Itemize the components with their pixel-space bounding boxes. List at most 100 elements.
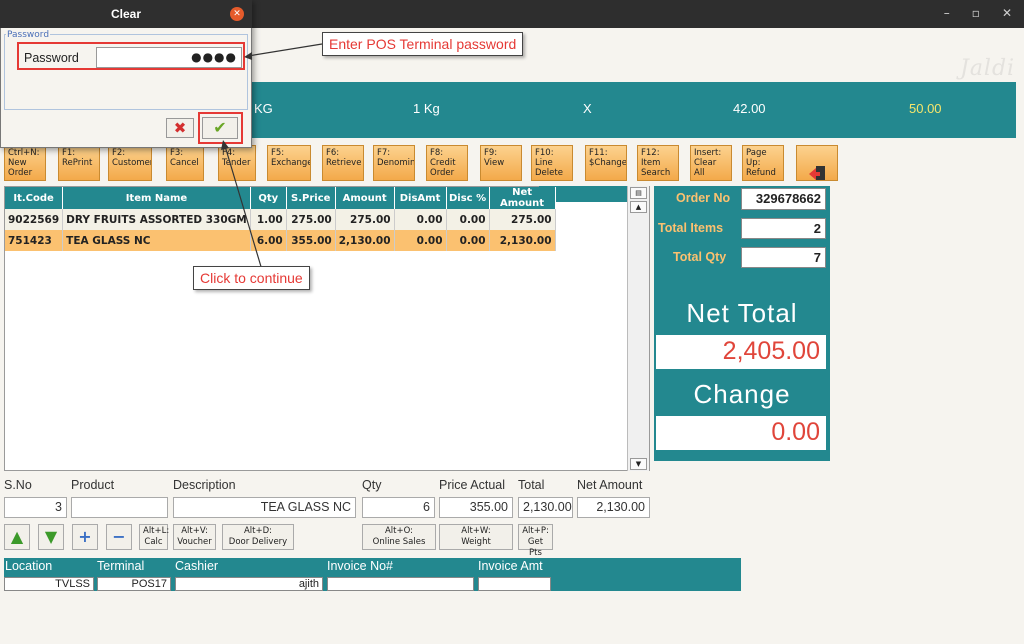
move-up-button[interactable]: ▲ — [4, 524, 30, 550]
product-label: Product — [71, 478, 115, 492]
table-row[interactable]: 751423 TEA GLASS NC 6.00 355.00 2,130.00… — [5, 230, 556, 251]
minus-icon: − — [112, 527, 126, 546]
close-window-icon[interactable]: ✕ — [1002, 6, 1012, 20]
fkey-cancel[interactable]: F3: Cancel — [166, 145, 204, 181]
password-input[interactable]: ●●●● — [96, 47, 242, 68]
total-items-field: 2 — [741, 218, 826, 239]
dialog-title: Clear — [0, 0, 252, 28]
remove-button[interactable]: − — [106, 524, 132, 550]
order-no-label: Order No — [676, 191, 731, 205]
voucher-button[interactable]: Alt+V: Voucher — [173, 524, 216, 550]
items-table: It.Code Item Name Qty S.Price Amount Dis… — [5, 187, 556, 251]
password-callout: Enter POS Terminal password — [322, 32, 524, 56]
total-qty-label: Total Qty — [673, 250, 727, 264]
ok-button[interactable]: ✔ — [202, 117, 238, 139]
terminal-field: POS17 — [97, 577, 171, 591]
password-group-legend: Password — [6, 30, 51, 40]
description-label: Description — [173, 478, 236, 492]
total-field[interactable]: 2,130.00 — [518, 497, 573, 518]
cancel-button[interactable]: ✖ — [166, 118, 194, 138]
get-points-button[interactable]: Alt+P: Get Pts — [518, 524, 553, 558]
door-delivery-button[interactable]: Alt+D: Door Delivery — [222, 524, 294, 550]
col-header[interactable]: Net Amount — [489, 187, 556, 209]
dialog-close-icon[interactable]: ✕ — [230, 7, 244, 21]
col-header[interactable]: Qty — [250, 187, 287, 209]
col-header[interactable]: It.Code — [5, 187, 64, 209]
cell-amount: 275.00 — [335, 209, 395, 230]
password-label: Password — [24, 51, 79, 65]
product-field[interactable] — [71, 497, 168, 518]
total-items-label: Total Items — [658, 221, 724, 235]
fkey-tender[interactable]: F4: Tender — [218, 145, 256, 181]
qty-label: Qty — [362, 478, 382, 492]
grid-menu-icon[interactable]: ▤ — [630, 187, 647, 199]
net-amount-field[interactable]: 2,130.00 — [577, 497, 650, 518]
fkey-refund[interactable]: Page Up: Refund — [742, 145, 784, 181]
cell-net-amount: 275.00 — [489, 209, 556, 230]
fkey-change[interactable]: F11: $Change — [585, 145, 627, 181]
checkmark-icon: ✔ — [213, 118, 227, 137]
move-down-button[interactable]: ▼ — [38, 524, 64, 550]
total-label: 50.00 — [909, 101, 942, 116]
cell-item-name: DRY FRUITS ASSORTED 330GM — [62, 209, 251, 230]
cell-sprice: 355.00 — [286, 230, 336, 251]
fkey-exchange[interactable]: F5: Exchange — [267, 145, 311, 181]
description-field[interactable]: TEA GLASS NC — [173, 497, 356, 518]
cell-disamt: 0.00 — [394, 209, 447, 230]
minimize-icon[interactable]: – — [944, 6, 950, 20]
weight-button[interactable]: Alt+W: Weight — [439, 524, 513, 550]
location-label: Location — [5, 559, 53, 573]
price-actual-field[interactable]: 355.00 — [439, 497, 513, 518]
fkey-item-search[interactable]: F12: Item Search — [637, 145, 679, 181]
fkey-denomination[interactable]: F7: Denomin. — [373, 145, 415, 181]
invoice-no-field — [327, 577, 474, 591]
col-header[interactable]: S.Price — [286, 187, 336, 209]
col-header[interactable]: Amount — [335, 187, 395, 209]
cell-qty: 1.00 — [250, 209, 287, 230]
continue-callout: Click to continue — [193, 266, 310, 290]
exit-button[interactable] — [796, 145, 838, 181]
location-field: TVLSS — [4, 577, 94, 591]
cancel-icon: ✖ — [173, 119, 187, 137]
fkey-line-delete[interactable]: F10: Line Delete — [531, 145, 573, 181]
fkey-credit-order[interactable]: F8: Credit Order — [426, 145, 468, 181]
scroll-up-icon[interactable]: ▲ — [630, 201, 647, 213]
fkey-customer[interactable]: F2: Customer — [108, 145, 152, 181]
fkey-view[interactable]: F9: View — [480, 145, 522, 181]
cell-net-amount: 2,130.00 — [489, 230, 556, 251]
online-sales-button[interactable]: Alt+O: Online Sales — [362, 524, 436, 550]
col-header[interactable]: DisAmt — [394, 187, 447, 209]
app-logo: Jaldi — [960, 56, 1016, 81]
qty-field[interactable]: 6 — [362, 497, 435, 518]
order-no-field: 329678662 — [741, 188, 826, 210]
col-header[interactable]: Item Name — [62, 187, 251, 209]
plus-icon: + — [78, 527, 92, 546]
price-label: 42.00 — [733, 101, 766, 116]
fkey-reprint[interactable]: F1: RePrint — [58, 145, 100, 181]
invoice-no-label: Invoice No# — [327, 559, 394, 573]
col-header[interactable]: Disc % — [446, 187, 490, 209]
fkey-clear-all[interactable]: Insert: Clear All — [690, 145, 732, 181]
sno-label: S.No — [4, 478, 32, 492]
unit-label: KG — [254, 101, 273, 116]
calc-button[interactable]: Alt+L: Calc — [139, 524, 169, 550]
arrow-up-icon: ▲ — [10, 527, 24, 546]
cashier-field: ajith — [175, 577, 323, 591]
change-value: 0.00 — [656, 416, 826, 450]
cell-amount: 2,130.00 — [335, 230, 395, 251]
fkey-retrieve[interactable]: F6: Retrieve — [322, 145, 364, 181]
total-col-label: Total — [518, 478, 545, 492]
table-row[interactable]: 9022569 DRY FRUITS ASSORTED 330GM 1.00 2… — [5, 209, 556, 230]
window-controls: – ▫ ✕ — [944, 6, 1012, 20]
price-actual-label: Price Actual — [439, 478, 506, 492]
cell-disamt: 0.00 — [394, 230, 447, 251]
net-total-value: 2,405.00 — [656, 335, 826, 369]
sno-field[interactable]: 3 — [4, 497, 67, 518]
scroll-down-icon[interactable]: ▼ — [630, 458, 647, 470]
add-button[interactable]: + — [72, 524, 98, 550]
cell-disc: 0.00 — [446, 209, 490, 230]
fkey-new-order[interactable]: Ctrl+N: New Order — [4, 145, 46, 181]
grid-scrollbar[interactable]: ▤ ▲ ▼ — [627, 186, 649, 471]
restore-icon[interactable]: ▫ — [972, 6, 980, 20]
qty-unit-label: 1 Kg — [413, 101, 440, 116]
